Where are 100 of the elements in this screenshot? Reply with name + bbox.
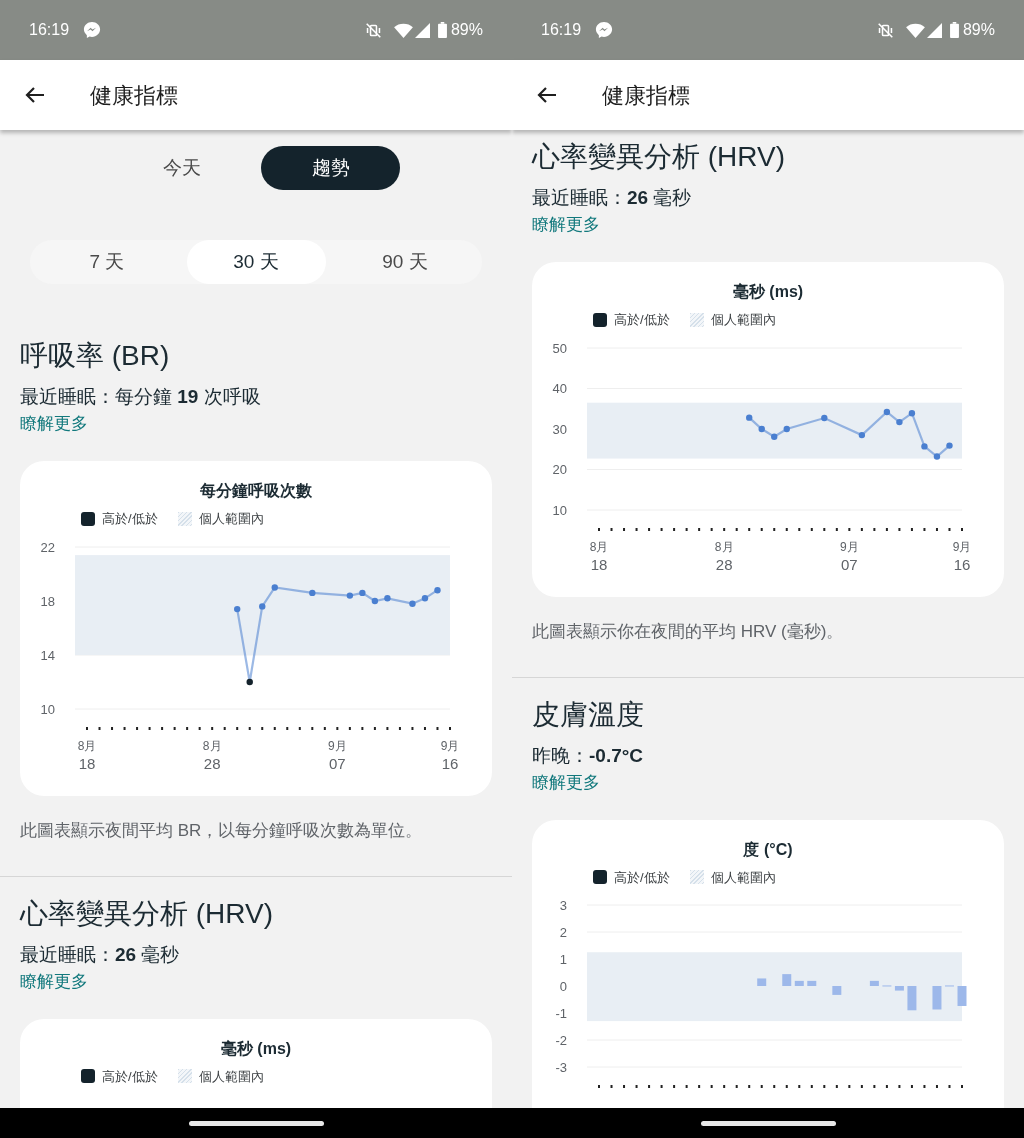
data-point (896, 418, 903, 425)
data-point (434, 586, 441, 593)
learn-more-link[interactable]: 瞭解更多 (532, 769, 600, 796)
legend-swatch (81, 1069, 95, 1084)
axis-label: -2 (555, 1032, 567, 1048)
data-bar (794, 980, 804, 986)
data-point (771, 433, 778, 440)
data-point (271, 583, 278, 591)
legend-label: 個人範圍內 (710, 311, 776, 329)
legend-swatch (593, 312, 607, 327)
section-summary: 最近睡眠：26 毫秒 (532, 186, 693, 210)
legend-swatch (177, 511, 192, 526)
data-point (908, 409, 916, 416)
home-indicator[interactable] (188, 1120, 324, 1126)
axis-label: 14 (40, 647, 55, 662)
section-summary: 最近睡眠：每分鐘 19 次呼吸 (20, 385, 262, 409)
signal-icon (414, 22, 430, 38)
wifi-icon (393, 22, 413, 38)
data-point (933, 452, 941, 460)
axis-label: 9月 16 (440, 738, 460, 772)
data-point (359, 589, 366, 596)
axis-label: 8月 28 (202, 738, 222, 772)
data-bar (832, 986, 842, 995)
data-bar (782, 974, 792, 986)
legend-label: 高於/低於 (614, 311, 670, 329)
chat-bubble-icon (595, 21, 614, 39)
battery-level: 89% (962, 20, 995, 40)
data-point (384, 594, 391, 601)
legend-swatch (593, 870, 607, 885)
section-title: 呼吸率 (BR) (20, 339, 171, 373)
legend-swatch (177, 1069, 192, 1084)
data-point (234, 605, 241, 612)
section-title: 皮膚溫度 (532, 697, 645, 732)
legend-swatch (689, 870, 704, 885)
legend-label: 個人範圍內 (198, 510, 264, 528)
axis-label: -3 (555, 1059, 567, 1075)
legend-label: 高於/低於 (614, 868, 670, 887)
learn-more-link[interactable]: 瞭解更多 (20, 411, 88, 437)
axis-label: 0 (559, 978, 567, 994)
axis-label: 8月 18 (77, 738, 97, 772)
data-point (858, 431, 866, 438)
segment-tab[interactable]: 7 天 (37, 240, 177, 284)
axis-label: 30 (552, 421, 567, 436)
data-point (821, 414, 828, 421)
legend-swatch (81, 511, 95, 526)
data-point (371, 597, 379, 604)
axis-label: 10 (552, 502, 567, 517)
home-indicator[interactable] (700, 1120, 836, 1126)
chart-title: 每分鐘呼吸次數 (199, 481, 313, 501)
battery-icon (949, 22, 959, 38)
axis-label: 9月 16 (952, 539, 972, 573)
chart-title: 毫秒 (ms) (731, 282, 805, 302)
segment-tab[interactable]: 30 天 (186, 240, 326, 284)
chart-title: 度 (°C) (742, 839, 794, 860)
data-bar (807, 980, 817, 986)
battery-level: 89% (450, 20, 483, 40)
data-point (409, 600, 416, 607)
data-point (946, 441, 953, 449)
data-bar (894, 986, 904, 991)
segment-tab[interactable]: 今天 (112, 146, 251, 190)
data-point (259, 602, 266, 610)
legend-swatch (689, 312, 704, 327)
data-point (309, 589, 316, 596)
learn-more-link[interactable]: 瞭解更多 (20, 968, 88, 995)
signal-icon (926, 22, 942, 38)
axis-label: 20 (552, 461, 567, 477)
data-bar (869, 980, 879, 986)
axis-label: -1 (555, 1005, 567, 1021)
section-title: 心率變異分析 (HRV) (20, 896, 275, 931)
data-point (783, 425, 790, 432)
data-point (921, 442, 928, 450)
clock: 16:19 (541, 20, 582, 40)
data-point (758, 425, 765, 432)
axis-label: 8月 28 (714, 539, 734, 573)
vibrate-off-icon (876, 21, 894, 39)
segment-tab[interactable]: 趨勢 (261, 146, 400, 190)
axis-label: 9月 07 (840, 539, 859, 573)
data-bar (932, 986, 942, 1010)
legend-label: 個人範圍內 (710, 868, 776, 887)
data-bar (757, 978, 767, 986)
section-summary: 最近睡眠：26 毫秒 (20, 942, 181, 967)
legend-label: 高於/低於 (102, 1067, 158, 1086)
axis-label: 22 (40, 539, 55, 554)
legend-label: 個人範圍內 (198, 1067, 264, 1086)
axis-label: 3 (559, 897, 567, 913)
vibrate-off-icon (364, 21, 382, 39)
screen-title: 健康指標 (90, 81, 178, 110)
axis-label: 9月 07 (328, 738, 347, 772)
battery-icon (437, 22, 447, 38)
learn-more-link[interactable]: 瞭解更多 (532, 212, 600, 238)
axis-label: 2 (559, 924, 567, 940)
segment-tab[interactable]: 90 天 (335, 240, 475, 284)
chart-caption: 此圖表顯示夜間平均 BR，以每分鐘呼吸次數為單位。 (20, 819, 424, 842)
section-title: 心率變異分析 (HRV) (532, 140, 787, 174)
data-point (346, 591, 354, 599)
screen-title: 健康指標 (602, 81, 690, 110)
clock: 16:19 (29, 20, 70, 40)
data-bar (957, 986, 967, 1006)
axis-label: 50 (552, 340, 567, 355)
legend-label: 高於/低於 (102, 510, 158, 528)
